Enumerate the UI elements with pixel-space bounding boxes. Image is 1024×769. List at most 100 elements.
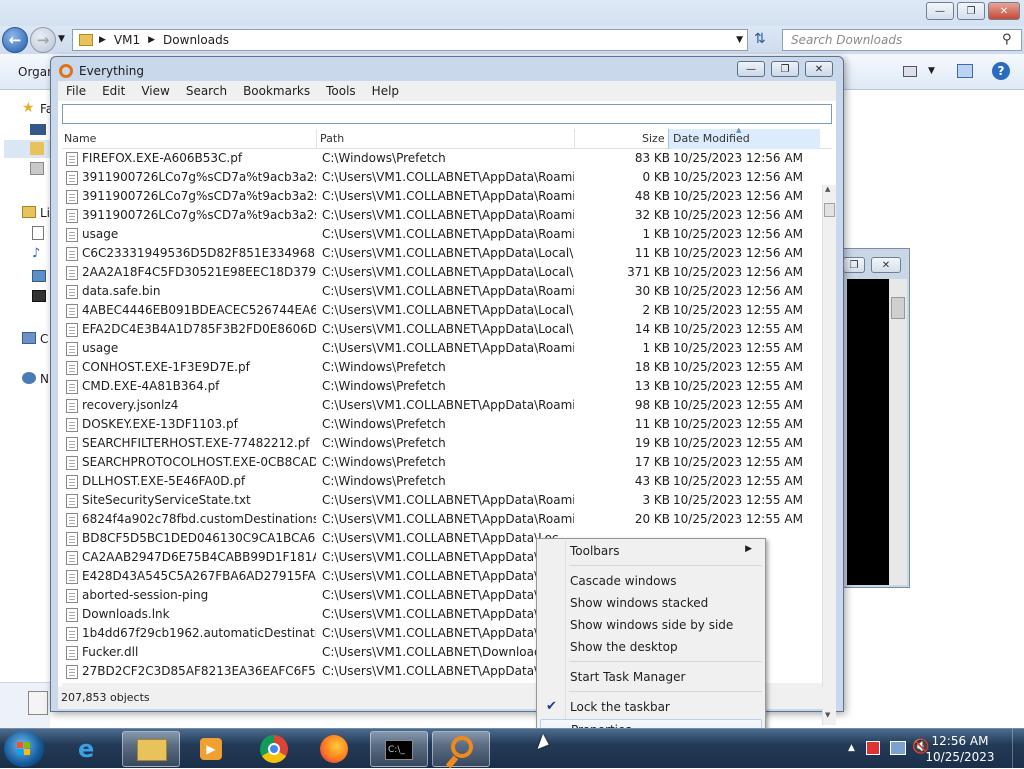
address-bar[interactable]: ▶ VM1 ▶ Downloads ▼ — [72, 29, 748, 51]
action-center-icon[interactable] — [866, 741, 880, 755]
favorites-star-icon: ★ — [22, 100, 35, 116]
videos-icon[interactable] — [32, 290, 46, 302]
pictures-icon[interactable] — [32, 270, 46, 282]
column-name-header[interactable]: Name — [64, 132, 96, 145]
command-prompt-window[interactable]: ❐ ✕ — [842, 248, 910, 588]
everything-maximize-button[interactable]: ❐ — [771, 61, 799, 77]
taskbar-chrome[interactable] — [246, 731, 304, 767]
everything-close-button[interactable]: ✕ — [805, 61, 833, 77]
desktop-icon[interactable] — [30, 124, 46, 135]
close-button[interactable]: ✕ — [988, 2, 1020, 20]
file-date: 10/25/2023 12:55 AM — [673, 341, 803, 355]
help-icon[interactable]: ? — [992, 62, 1010, 80]
result-row[interactable]: C6C23331949536D5D82F851E334968BF5A4... C:… — [62, 244, 822, 263]
recent-places-icon[interactable] — [30, 162, 44, 175]
result-row[interactable]: 3911900726LCo7g%sCD7a%t9acb3a2s.sqli... C… — [62, 206, 822, 225]
breadcrumb-downloads[interactable]: Downloads — [163, 33, 229, 47]
result-row[interactable]: DOSKEY.EXE-13DF1103.pf C:\Windows\Prefetc… — [62, 415, 822, 434]
menu-file[interactable]: File — [58, 84, 94, 98]
results-scrollbar[interactable]: ▲ ▼ — [822, 185, 836, 725]
file-date: 10/25/2023 12:55 AM — [673, 398, 803, 412]
result-row[interactable]: DLLHOST.EXE-5E46FA0D.pf C:\Windows\Prefet… — [62, 472, 822, 491]
column-date-header[interactable]: Date Modified — [668, 129, 820, 149]
search-icon[interactable]: ⚲ — [1002, 32, 1012, 47]
forward-icon[interactable]: → — [30, 27, 56, 53]
result-row[interactable]: 4ABEC4446EB091BDEACEC526744EA61388... C:\… — [62, 301, 822, 320]
taskbar-windows-explorer[interactable] — [122, 731, 180, 767]
taskbar-command-prompt[interactable]: C:\_ — [370, 731, 428, 767]
view-options-icon[interactable] — [903, 66, 917, 77]
checkmark-icon: ✔ — [546, 699, 557, 714]
result-row[interactable]: 6824f4a902c78fbd.customDestinations-ms C:… — [62, 510, 822, 529]
address-dropdown-icon[interactable]: ▼ — [736, 35, 743, 45]
file-icon — [66, 418, 78, 432]
back-icon[interactable]: ← — [2, 27, 28, 53]
nav-network[interactable]: N — [40, 372, 49, 386]
cmd-scrollbar[interactable] — [889, 279, 907, 585]
menu-item-toolbars[interactable]: Toolbars ▶ — [540, 541, 762, 562]
cmd-maximize-button[interactable]: ❐ — [843, 257, 865, 273]
result-row[interactable]: CMD.EXE-4A81B364.pf C:\Windows\Prefetch 13… — [62, 377, 822, 396]
breadcrumb-vm1[interactable]: VM1 — [114, 33, 140, 47]
music-icon[interactable]: ♪ — [32, 246, 40, 261]
taskbar-internet-explorer[interactable]: e — [62, 731, 120, 767]
menu-item-show-windows-stacked[interactable]: Show windows stacked — [540, 593, 762, 614]
file-name: SEARCHFILTERHOST.EXE-77482212.pf — [82, 436, 310, 450]
network-status-icon[interactable] — [890, 741, 906, 755]
menu-item-show-the-desktop[interactable]: Show the desktop — [540, 637, 762, 658]
show-desktop-button[interactable] — [1012, 729, 1024, 769]
documents-icon[interactable] — [32, 226, 44, 240]
result-row[interactable]: CONHOST.EXE-1F3E9D7E.pf C:\Windows\Prefet… — [62, 358, 822, 377]
file-icon — [66, 247, 78, 261]
result-row[interactable]: 3911900726LCo7g%sCD7a%t9acb3a2s.sqlite C:… — [62, 187, 822, 206]
file-name: 3911900726LCo7g%sCD7a%t9acb3a2s.sqlite — [82, 189, 316, 203]
recent-pages-dropdown[interactable]: ▼ — [58, 34, 65, 44]
taskbar-everything[interactable] — [432, 731, 490, 769]
view-dropdown-icon[interactable]: ▼ — [928, 66, 935, 76]
result-row[interactable]: SEARCHFILTERHOST.EXE-77482212.pf C:\Windo… — [62, 434, 822, 453]
everything-search-input[interactable] — [62, 104, 832, 124]
result-row[interactable]: FIREFOX.EXE-A606B53C.pf C:\Windows\Prefet… — [62, 149, 822, 168]
menu-bookmarks[interactable]: Bookmarks — [235, 84, 318, 98]
file-icon — [66, 513, 78, 527]
cmd-console-area[interactable] — [847, 279, 889, 585]
menu-item-lock-the-taskbar[interactable]: ✔ Lock the taskbar — [540, 697, 762, 718]
file-path: C:\Windows\Prefetch — [322, 151, 446, 165]
system-clock[interactable]: 12:56 AM 10/25/2023 — [920, 733, 1000, 765]
maximize-button[interactable]: ❐ — [957, 2, 985, 20]
menu-item-show-windows-side-by-side[interactable]: Show windows side by side — [540, 615, 762, 636]
menu-search[interactable]: Search — [178, 84, 235, 98]
taskbar-media-player[interactable]: ▶ — [182, 731, 240, 767]
file-icon — [66, 608, 78, 622]
result-row[interactable]: EFA2DC4E3B4A1D785F3B2FD0E8606DD314... C:\… — [62, 320, 822, 339]
result-row[interactable]: data.safe.bin C:\Users\VM1.COLLABNET\AppD… — [62, 282, 822, 301]
menu-item-start-task-manager[interactable]: Start Task Manager — [540, 667, 762, 688]
result-row[interactable]: SiteSecurityServiceState.txt C:\Users\VM1… — [62, 491, 822, 510]
explorer-search-input[interactable]: Search Downloads — [782, 29, 1022, 51]
preview-pane-icon[interactable] — [957, 64, 973, 78]
nav-computer[interactable]: C — [40, 332, 48, 346]
result-row[interactable]: usage C:\Users\VM1.COLLABNET\AppData\Roam… — [62, 225, 822, 244]
menu-help[interactable]: Help — [364, 84, 407, 98]
result-row[interactable]: usage C:\Users\VM1.COLLABNET\AppData\Roam… — [62, 339, 822, 358]
taskbar-firefox[interactable] — [306, 731, 364, 767]
cmd-close-button[interactable]: ✕ — [871, 257, 901, 273]
menu-tools[interactable]: Tools — [318, 84, 364, 98]
start-button[interactable] — [4, 731, 44, 767]
result-row[interactable]: SEARCHPROTOCOLHOST.EXE-0CB8CADE... C:\Win… — [62, 453, 822, 472]
result-row[interactable]: 2AA2A18F4C5FD30521E98EEC18D3790F0A... C:\… — [62, 263, 822, 282]
menu-view[interactable]: View — [133, 84, 177, 98]
result-row[interactable]: recovery.jsonlz4 C:\Users\VM1.COLLABNET\A… — [62, 396, 822, 415]
column-path-header[interactable]: Path — [320, 132, 344, 145]
file-name: CONHOST.EXE-1F3E9D7E.pf — [82, 360, 250, 374]
menu-item-cascade-windows[interactable]: Cascade windows — [540, 571, 762, 592]
minimize-button[interactable]: — — [926, 2, 954, 20]
column-size-header[interactable]: Size — [642, 132, 665, 145]
file-name: Downloads.lnk — [82, 607, 170, 621]
result-row[interactable]: 3911900726LCo7g%sCD7a%t9acb3a2s.sqlit...… — [62, 168, 822, 187]
nav-libraries[interactable]: Li — [40, 206, 50, 220]
show-hidden-icons-button[interactable]: ▲ — [848, 743, 855, 753]
menu-edit[interactable]: Edit — [94, 84, 133, 98]
everything-minimize-button[interactable]: — — [737, 61, 765, 77]
refresh-icon[interactable]: ⇅ — [754, 31, 766, 47]
